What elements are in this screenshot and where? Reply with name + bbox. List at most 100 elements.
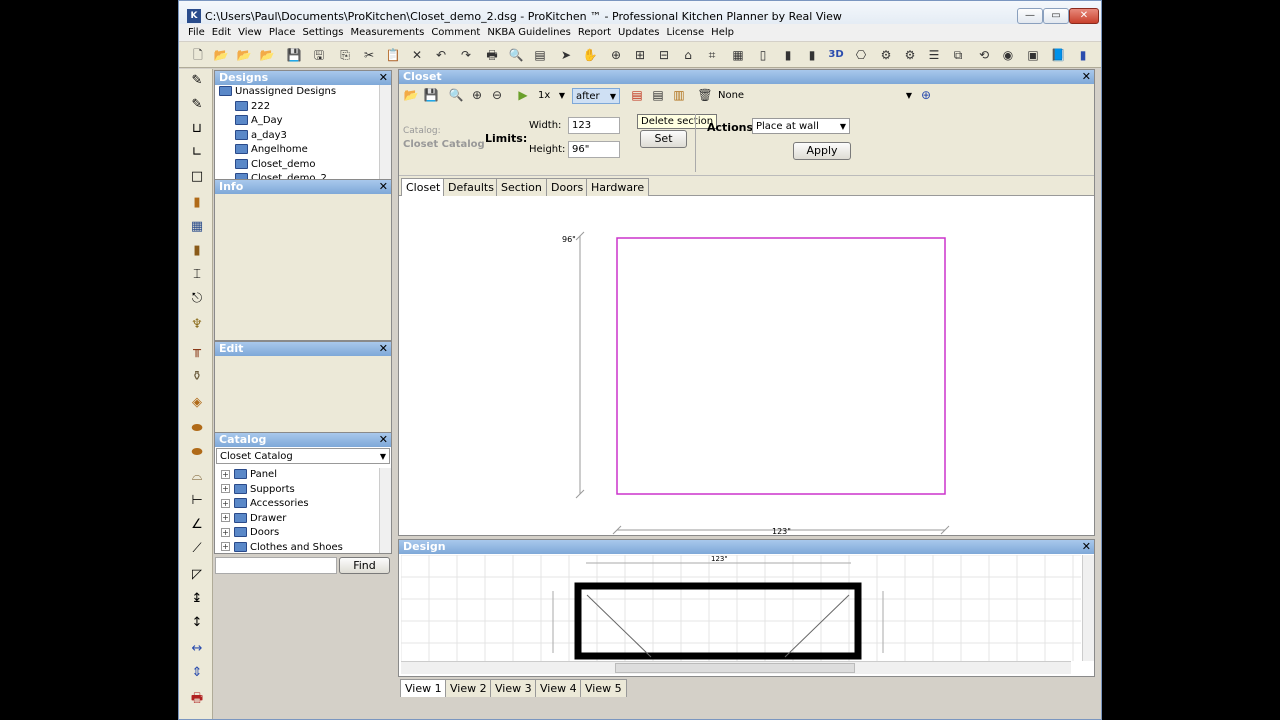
- catalog-item[interactable]: + Doors: [217, 526, 379, 541]
- set-button[interactable]: Set: [640, 130, 687, 148]
- zoom-out-icon[interactable]: ⊖: [488, 86, 506, 104]
- angle-icon[interactable]: ∠: [187, 515, 207, 535]
- height-dim-icon[interactable]: ↕: [187, 613, 207, 633]
- render-icon[interactable]: ◉: [999, 46, 1017, 64]
- corner-icon[interactable]: ◸: [187, 565, 207, 585]
- menu-item[interactable]: Measurements: [350, 24, 424, 41]
- light-icon[interactable]: ♆: [187, 315, 207, 335]
- section-props-icon[interactable]: ▥: [670, 86, 688, 104]
- tree-item[interactable]: 222: [217, 100, 379, 115]
- tab-view[interactable]: View 2: [445, 679, 492, 697]
- zoom-in-icon[interactable]: ⊕: [468, 86, 486, 104]
- undo-icon[interactable]: ↶: [432, 46, 450, 64]
- settings-icon[interactable]: ⚙: [901, 46, 919, 64]
- find-input[interactable]: [215, 557, 337, 574]
- menu-item[interactable]: File: [188, 24, 205, 41]
- tab-doors[interactable]: Doors: [546, 178, 589, 196]
- expand-icon[interactable]: +: [221, 484, 230, 493]
- draw-line-icon[interactable]: ✎: [187, 95, 207, 115]
- menu-item[interactable]: NKBA Guidelines: [487, 24, 571, 41]
- help-icon[interactable]: ▮: [1074, 46, 1092, 64]
- tab-view[interactable]: View 1: [400, 679, 447, 697]
- table-icon[interactable]: ╥: [187, 341, 207, 361]
- menu-item[interactable]: Report: [578, 24, 611, 41]
- designs-scrollbar[interactable]: [379, 85, 391, 179]
- tree-item[interactable]: Unassigned Designs: [217, 85, 379, 100]
- tab-view[interactable]: View 3: [490, 679, 537, 697]
- expand-icon[interactable]: +: [221, 498, 230, 508]
- draw-wall-icon[interactable]: ✎: [187, 71, 207, 91]
- apply-button[interactable]: Apply: [793, 142, 851, 160]
- tree-item[interactable]: Angelhome: [217, 143, 379, 158]
- design-hscroll[interactable]: [401, 661, 1071, 674]
- delete-icon[interactable]: ✕: [408, 46, 426, 64]
- close-icon[interactable]: ✕: [379, 71, 388, 85]
- tab-closet[interactable]: Closet: [401, 178, 446, 196]
- tree-item[interactable]: Closet_demo_2: [217, 172, 379, 179]
- hscroll-thumb[interactable]: [615, 663, 855, 673]
- box-icon[interactable]: ◈: [187, 393, 207, 413]
- door-icon[interactable]: ▮: [187, 193, 207, 213]
- close-button[interactable]: ✕: [1069, 8, 1099, 24]
- tab-section[interactable]: Section: [496, 178, 547, 196]
- close-icon[interactable]: ✕: [379, 433, 388, 447]
- trash-icon[interactable]: 🗑: [696, 86, 714, 104]
- grid-icon[interactable]: ▦: [729, 46, 747, 64]
- close-icon[interactable]: ✕: [379, 180, 388, 194]
- delete-section-icon[interactable]: ▤: [628, 86, 646, 104]
- copy-section-icon[interactable]: ▤: [649, 86, 667, 104]
- report-icon[interactable]: ▤: [531, 46, 549, 64]
- zoom-select[interactable]: 1x ▼: [535, 88, 568, 104]
- catalog-item[interactable]: + Supports: [217, 483, 379, 498]
- countertop-icon[interactable]: ⬬: [187, 443, 207, 463]
- 3d-view-icon[interactable]: 3D: [827, 46, 845, 64]
- dimension-icon[interactable]: ⊢: [187, 491, 207, 511]
- close-icon[interactable]: ✕: [1082, 540, 1091, 554]
- vertical-dim-icon[interactable]: ↨: [187, 589, 207, 609]
- minimize-button[interactable]: —: [1017, 8, 1043, 24]
- faucet-icon[interactable]: ⎋: [187, 289, 207, 309]
- catalog-item[interactable]: + Accessories: [217, 497, 379, 512]
- paste-icon[interactable]: 📋: [384, 46, 402, 64]
- menu-item[interactable]: Place: [269, 24, 296, 41]
- square-room-icon[interactable]: □: [187, 167, 207, 187]
- height-input[interactable]: [568, 141, 620, 158]
- actions-select[interactable]: Place at wall ▼: [752, 118, 850, 134]
- expand-icon[interactable]: +: [221, 542, 230, 551]
- menu-item[interactable]: Edit: [212, 24, 231, 41]
- copy-icon[interactable]: ⎘: [336, 46, 354, 64]
- expand-icon[interactable]: +: [221, 469, 230, 479]
- shelf-icon[interactable]: ⌓: [187, 467, 207, 487]
- diagonal-icon[interactable]: ⟋: [187, 539, 207, 559]
- design-vscroll[interactable]: [1082, 555, 1094, 661]
- appliance-icon[interactable]: ⚙: [877, 46, 895, 64]
- open-icon[interactable]: 📂: [402, 86, 420, 104]
- section-select[interactable]: None ▼: [715, 88, 915, 104]
- doors-icon[interactable]: ▯: [754, 46, 772, 64]
- open-recent-icon[interactable]: 📂: [258, 46, 276, 64]
- save-as-icon[interactable]: 🖫: [310, 46, 328, 64]
- width-input[interactable]: [568, 117, 620, 134]
- measure-icon[interactable]: ⊟: [655, 46, 673, 64]
- tab-view[interactable]: View 5: [580, 679, 627, 697]
- close-icon[interactable]: ✕: [379, 342, 388, 356]
- cut-icon[interactable]: ✂: [360, 46, 378, 64]
- zoom-window-icon[interactable]: ⊞: [631, 46, 649, 64]
- catalog-book-icon[interactable]: 📘: [1049, 46, 1067, 64]
- column-icon[interactable]: ⌶: [187, 265, 207, 285]
- save-icon[interactable]: 💾: [422, 86, 440, 104]
- elevation-icon[interactable]: ⌂: [679, 46, 697, 64]
- catalog-scrollbar[interactable]: [379, 468, 391, 553]
- print-preview-icon[interactable]: 🔍: [507, 46, 525, 64]
- u-shape-room-icon[interactable]: ⊔: [187, 119, 207, 139]
- refresh-icon[interactable]: ⟲: [975, 46, 993, 64]
- redo-icon[interactable]: ↷: [457, 46, 475, 64]
- menu-item[interactable]: Help: [711, 24, 734, 41]
- tree-item[interactable]: A_Day: [217, 114, 379, 129]
- closet-outline[interactable]: [616, 237, 946, 495]
- menu-item[interactable]: Comment: [431, 24, 480, 41]
- list-icon[interactable]: ☰: [925, 46, 943, 64]
- zoom-icon[interactable]: ⊕: [607, 46, 625, 64]
- window-icon[interactable]: ▦: [187, 217, 207, 237]
- pan-icon[interactable]: ✋: [581, 46, 599, 64]
